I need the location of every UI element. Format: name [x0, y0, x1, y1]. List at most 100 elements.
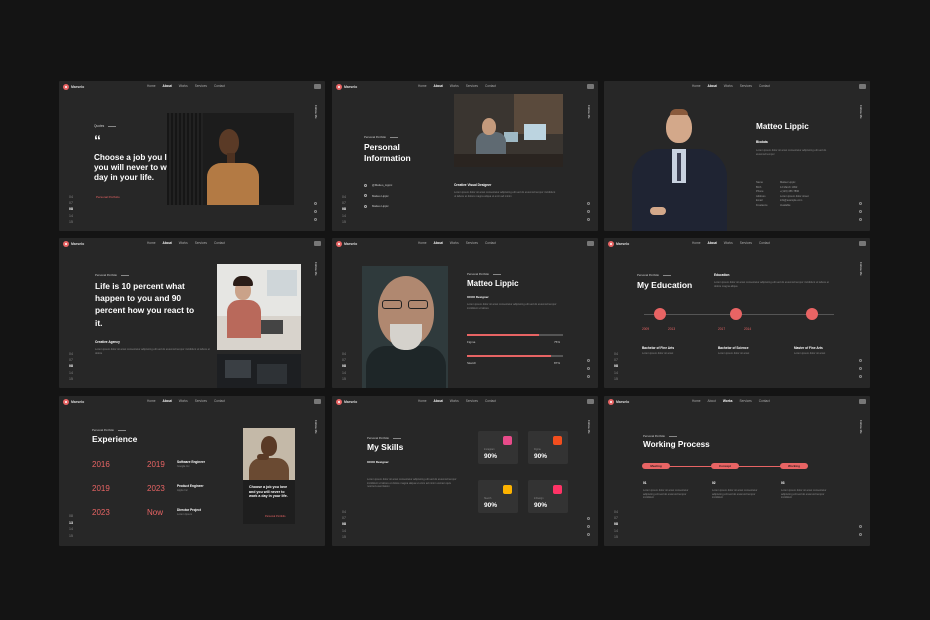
- nav-contact[interactable]: Contact: [485, 241, 496, 245]
- portfolio-link[interactable]: Personal Portfolio: [96, 195, 120, 199]
- page-num-current[interactable]: 08: [342, 521, 346, 527]
- social-icon[interactable]: [859, 525, 862, 528]
- page-num[interactable]: 15: [614, 376, 618, 382]
- nav-works[interactable]: Works: [724, 241, 733, 245]
- contact-item[interactable]: Matteo Lippic: [364, 201, 392, 212]
- nav-services[interactable]: Services: [195, 84, 207, 88]
- nav-works[interactable]: Works: [179, 399, 188, 403]
- page-num[interactable]: 14: [69, 526, 73, 533]
- page-num[interactable]: 15: [69, 376, 73, 382]
- social-icon[interactable]: [587, 533, 590, 536]
- hamburger-icon[interactable]: [859, 84, 866, 89]
- nav-about[interactable]: About: [708, 84, 717, 88]
- social-icon[interactable]: [859, 218, 862, 221]
- page-num[interactable]: 15: [342, 376, 346, 382]
- page-num-current[interactable]: 08: [69, 363, 73, 369]
- nav-services[interactable]: Services: [740, 241, 752, 245]
- nav-services[interactable]: Services: [740, 399, 752, 403]
- nav-contact[interactable]: Contact: [759, 399, 770, 403]
- nav-works[interactable]: Works: [450, 399, 459, 403]
- page-num[interactable]: 14: [342, 370, 346, 376]
- page-num[interactable]: 14: [342, 213, 346, 219]
- hamburger-icon[interactable]: [587, 84, 594, 89]
- nav-about[interactable]: About: [434, 241, 443, 245]
- social-icon[interactable]: [859, 375, 862, 378]
- nav-works[interactable]: Works: [450, 84, 459, 88]
- social-icon[interactable]: [587, 375, 590, 378]
- hamburger-icon[interactable]: [587, 399, 594, 404]
- nav-about[interactable]: About: [434, 84, 443, 88]
- page-num-current[interactable]: 08: [69, 206, 73, 212]
- social-icon[interactable]: [587, 517, 590, 520]
- nav-contact[interactable]: Contact: [759, 84, 770, 88]
- hamburger-icon[interactable]: [314, 399, 321, 404]
- social-icon[interactable]: [859, 202, 862, 205]
- hamburger-icon[interactable]: [587, 241, 594, 246]
- nav-home[interactable]: Home: [418, 241, 427, 245]
- page-num[interactable]: 14: [69, 370, 73, 376]
- page-num-current[interactable]: 08: [342, 206, 346, 212]
- social-icon[interactable]: [314, 210, 317, 213]
- nav-works[interactable]: Works: [179, 241, 188, 245]
- nav-works[interactable]: Works: [450, 241, 459, 245]
- step-pill[interactable]: Concept: [711, 463, 739, 469]
- page-num[interactable]: 15: [342, 534, 346, 540]
- skill-tile[interactable]: InDesign 90%: [528, 480, 568, 513]
- page-num[interactable]: 15: [69, 219, 73, 225]
- nav-home[interactable]: Home: [418, 399, 427, 403]
- contact-item[interactable]: @Matteo_Lippic: [364, 180, 392, 191]
- nav-about[interactable]: About: [434, 399, 443, 403]
- nav-contact[interactable]: Contact: [485, 399, 496, 403]
- page-num-current[interactable]: 08: [342, 363, 346, 369]
- page-num-current[interactable]: 13: [69, 520, 73, 527]
- hamburger-icon[interactable]: [314, 241, 321, 246]
- nav-about[interactable]: About: [163, 84, 172, 88]
- nav-services[interactable]: Services: [466, 241, 478, 245]
- nav-works[interactable]: Works: [179, 84, 188, 88]
- social-icon[interactable]: [587, 210, 590, 213]
- nav-about[interactable]: About: [708, 399, 716, 403]
- social-icon[interactable]: [859, 359, 862, 362]
- social-icon[interactable]: [587, 218, 590, 221]
- social-icon[interactable]: [587, 367, 590, 370]
- social-icon[interactable]: [587, 525, 590, 528]
- skill-tile[interactable]: Instagram 90%: [478, 431, 518, 464]
- social-icon[interactable]: [314, 202, 317, 205]
- nav-contact[interactable]: Contact: [214, 84, 225, 88]
- social-icon[interactable]: [587, 359, 590, 362]
- page-num[interactable]: 15: [342, 219, 346, 225]
- page-num[interactable]: 14: [69, 213, 73, 219]
- nav-home[interactable]: Home: [692, 241, 701, 245]
- nav-works[interactable]: Works: [724, 84, 733, 88]
- page-num-current[interactable]: 08: [614, 521, 618, 527]
- contact-item[interactable]: Matteo Lippic: [364, 191, 392, 202]
- social-icon[interactable]: [859, 533, 862, 536]
- skill-tile[interactable]: Sketch 90%: [478, 480, 518, 513]
- card-link[interactable]: Personal Portfolio: [265, 515, 285, 518]
- nav-services[interactable]: Services: [740, 84, 752, 88]
- nav-home[interactable]: Home: [147, 241, 156, 245]
- nav-services[interactable]: Services: [466, 399, 478, 403]
- skill-tile[interactable]: Figma 90%: [528, 431, 568, 464]
- nav-contact[interactable]: Contact: [214, 241, 225, 245]
- hamburger-icon[interactable]: [859, 399, 866, 404]
- nav-contact[interactable]: Contact: [485, 84, 496, 88]
- social-icon[interactable]: [314, 218, 317, 221]
- nav-about[interactable]: About: [163, 241, 172, 245]
- nav-services[interactable]: Services: [195, 399, 207, 403]
- nav-home[interactable]: Home: [147, 399, 156, 403]
- page-num[interactable]: 14: [614, 528, 618, 534]
- nav-home[interactable]: Home: [418, 84, 427, 88]
- social-icon[interactable]: [587, 202, 590, 205]
- nav-works[interactable]: Works: [723, 399, 733, 403]
- nav-home[interactable]: Home: [692, 84, 701, 88]
- social-icon[interactable]: [859, 210, 862, 213]
- step-pill[interactable]: Working: [780, 463, 808, 469]
- page-num[interactable]: 08: [69, 513, 73, 520]
- step-pill[interactable]: Meeting: [642, 463, 670, 469]
- nav-services[interactable]: Services: [195, 241, 207, 245]
- nav-services[interactable]: Services: [466, 84, 478, 88]
- page-num-current[interactable]: 08: [614, 363, 618, 369]
- nav-home[interactable]: Home: [147, 84, 156, 88]
- nav-home[interactable]: Home: [692, 399, 701, 403]
